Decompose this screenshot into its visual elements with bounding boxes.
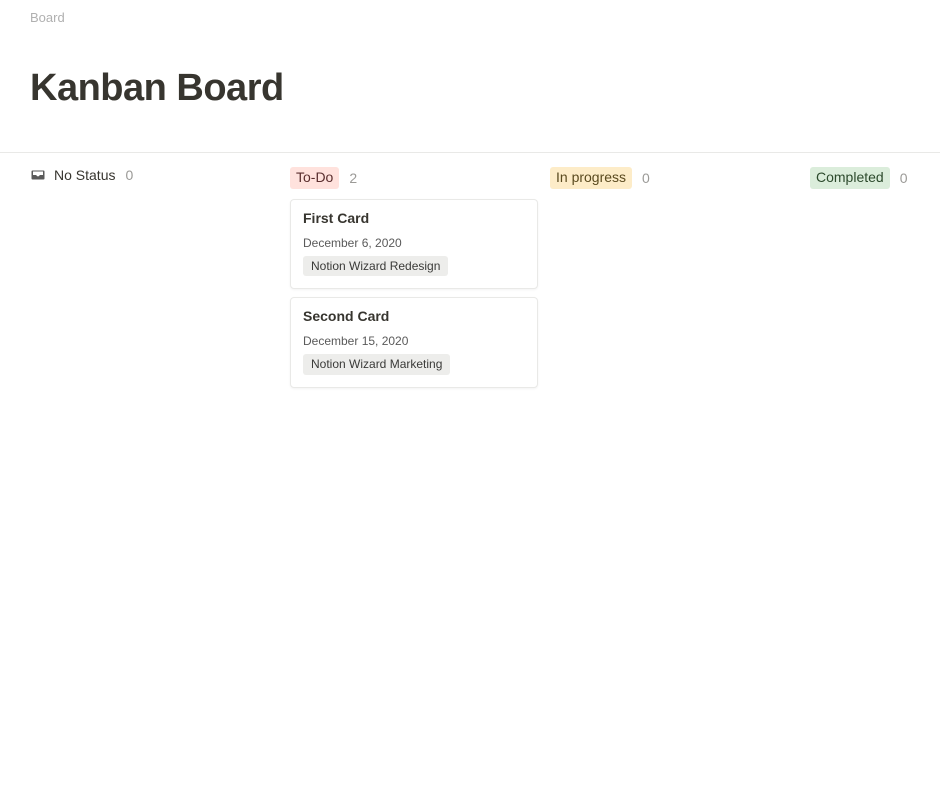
column-to-do: To-Do 2 First Card December 6, 2020 Notion W… xyxy=(290,167,538,396)
column-completed: Completed 0 xyxy=(810,167,910,396)
column-in-progress: In progress 0 xyxy=(550,167,798,396)
card-tag: Notion Wizard Marketing xyxy=(303,354,450,375)
column-label: In progress xyxy=(550,167,632,189)
kanban-board: No Status 0 To-Do 2 First Card December 6, 20… xyxy=(30,153,910,396)
column-no-status: No Status 0 xyxy=(30,167,278,396)
column-label: To-Do xyxy=(290,167,339,189)
column-count: 0 xyxy=(125,167,133,183)
column-header-to-do[interactable]: To-Do 2 xyxy=(290,167,538,189)
column-label: No Status xyxy=(54,167,115,183)
column-label: Completed xyxy=(810,167,890,189)
column-header-completed[interactable]: Completed 0 xyxy=(810,167,910,189)
column-count: 0 xyxy=(900,170,908,186)
column-header-no-status[interactable]: No Status 0 xyxy=(30,167,278,183)
card-date: December 6, 2020 xyxy=(303,236,525,250)
card-date: December 15, 2020 xyxy=(303,334,525,348)
card-title: Second Card xyxy=(303,308,525,324)
column-count: 2 xyxy=(349,170,357,186)
kanban-card[interactable]: First Card December 6, 2020 Notion Wizard … xyxy=(290,199,538,290)
inbox-icon xyxy=(30,167,46,183)
card-tag: Notion Wizard Redesign xyxy=(303,256,448,277)
column-count: 0 xyxy=(642,170,650,186)
card-title: First Card xyxy=(303,210,525,226)
kanban-card[interactable]: Second Card December 15, 2020 Notion Wizar… xyxy=(290,297,538,388)
column-header-in-progress[interactable]: In progress 0 xyxy=(550,167,798,189)
page-title: Kanban Board xyxy=(30,67,910,110)
breadcrumb[interactable]: Board xyxy=(30,0,910,29)
